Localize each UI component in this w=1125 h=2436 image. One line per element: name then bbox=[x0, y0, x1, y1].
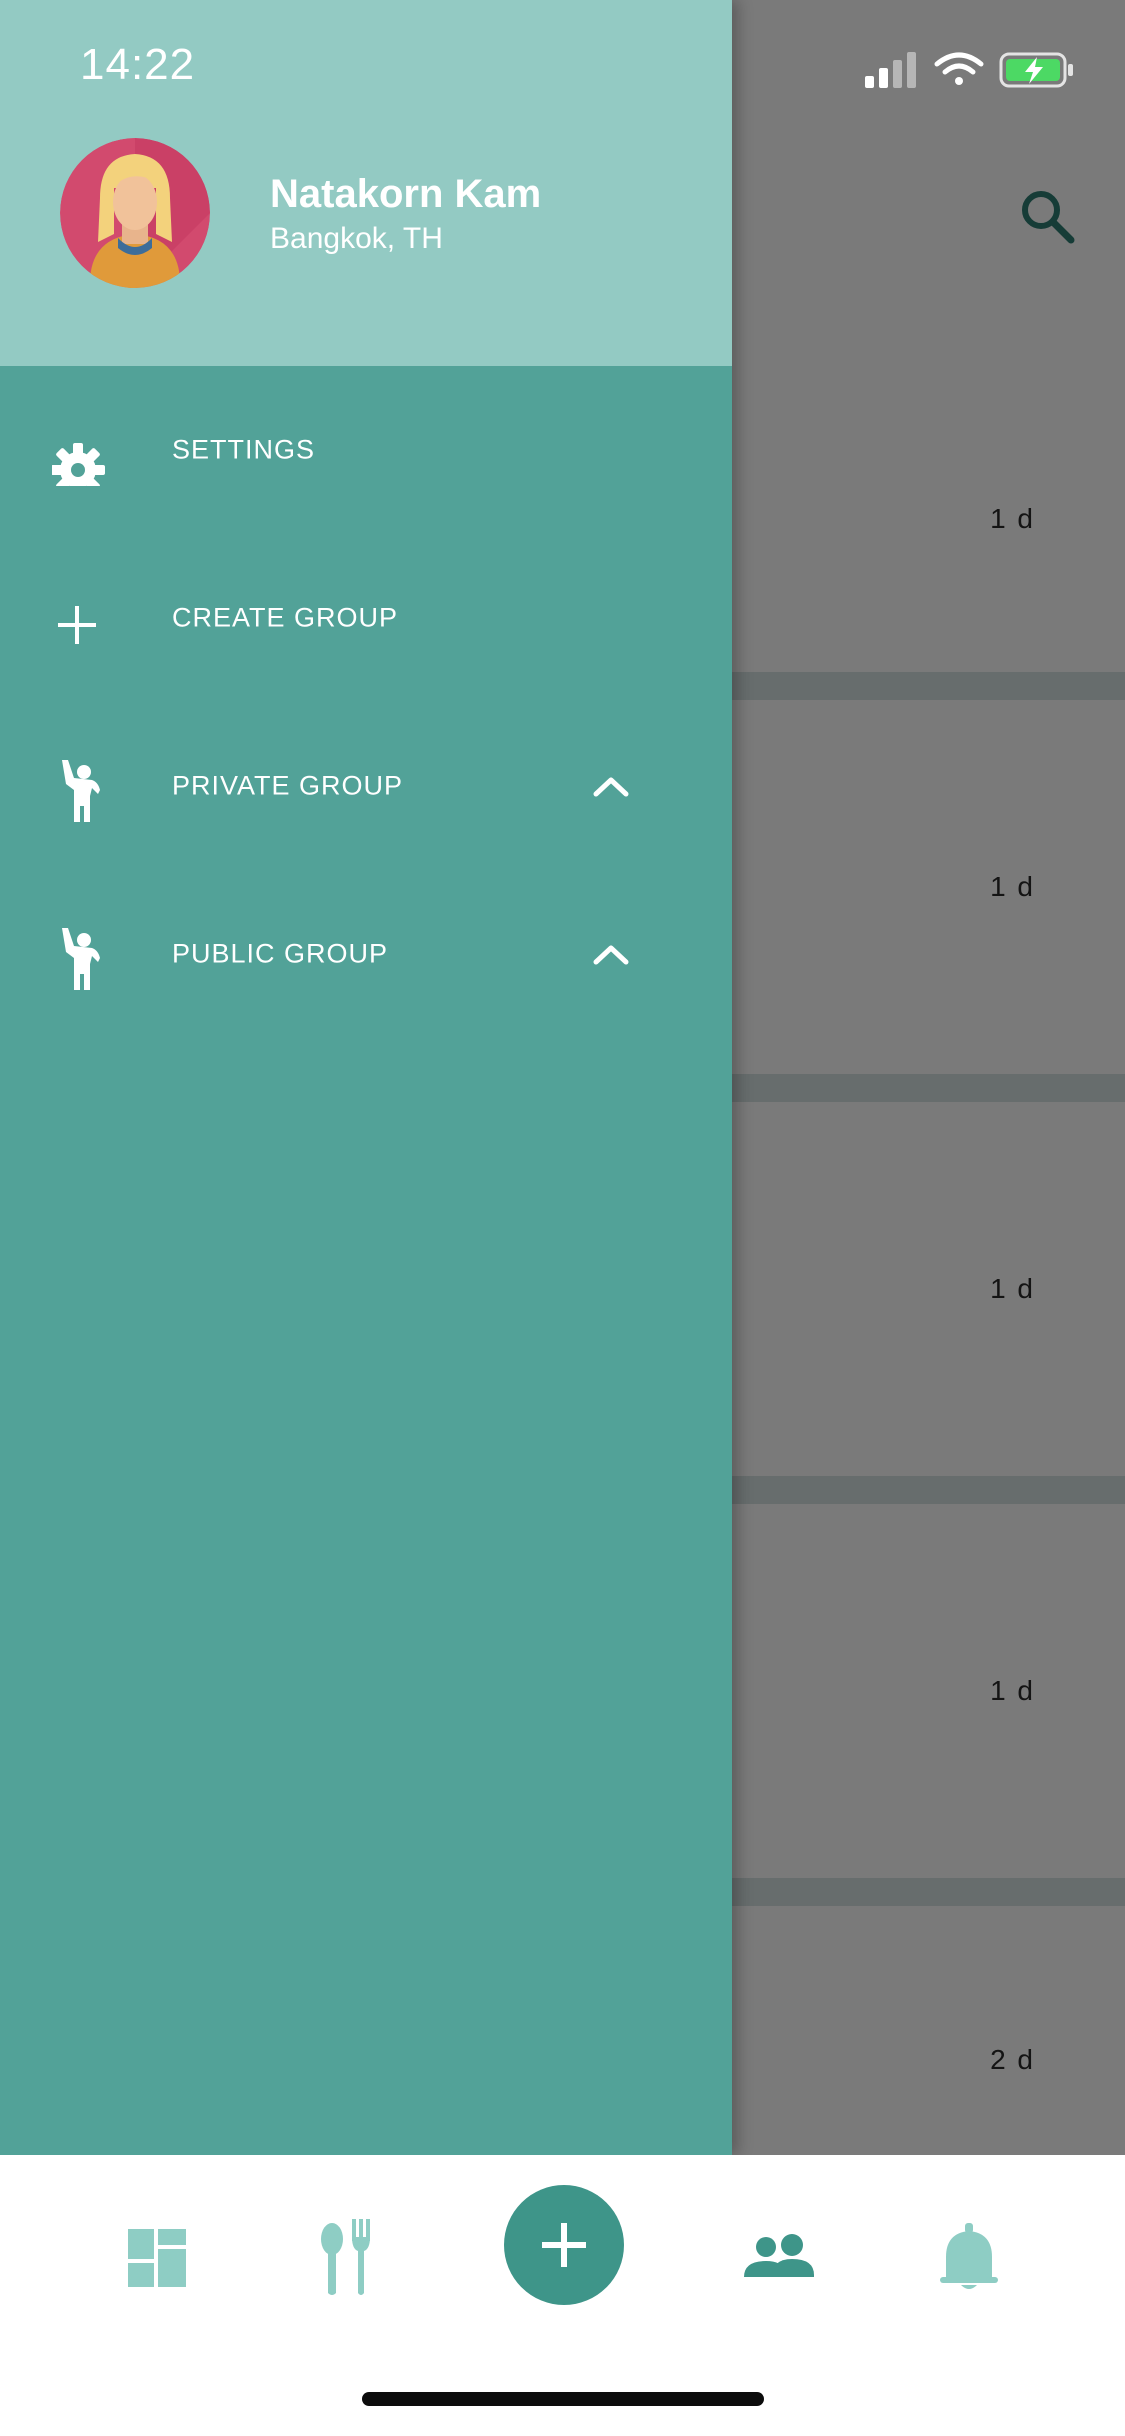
person-waving-icon bbox=[62, 760, 100, 822]
add-button[interactable] bbox=[504, 2185, 624, 2305]
add-icon bbox=[542, 2223, 586, 2267]
chevron-up-icon[interactable] bbox=[588, 932, 634, 978]
status-time: 14:22 bbox=[80, 40, 196, 89]
person-waving-icon bbox=[62, 928, 100, 990]
menu-item-public-group[interactable]: PUBLIC GROUP bbox=[0, 894, 732, 1014]
spoon-fork-icon[interactable] bbox=[302, 2213, 392, 2303]
battery-charging-icon bbox=[999, 52, 1073, 88]
signal-icon bbox=[865, 52, 916, 88]
navigation-drawer: 14:22 Natakorn Kam Bangkok, TH SETTINGS … bbox=[0, 0, 732, 2155]
menu-item-private-group[interactable]: PRIVATE GROUP bbox=[0, 726, 732, 846]
bottom-navigation bbox=[0, 2155, 1125, 2436]
people-icon[interactable] bbox=[734, 2213, 824, 2303]
home-indicator bbox=[362, 2392, 764, 2406]
bell-icon[interactable] bbox=[924, 2213, 1014, 2303]
user-location: Bangkok, TH bbox=[270, 222, 443, 255]
chevron-up-icon[interactable] bbox=[588, 764, 634, 810]
plus-icon bbox=[58, 606, 96, 644]
menu-label: CREATE GROUP bbox=[172, 602, 399, 633]
menu-label: PRIVATE GROUP bbox=[172, 770, 404, 801]
menu-label: PUBLIC GROUP bbox=[172, 938, 389, 969]
menu-label: SETTINGS bbox=[172, 434, 316, 465]
gear-icon bbox=[52, 443, 105, 486]
avatar[interactable] bbox=[60, 138, 210, 288]
menu-item-settings[interactable]: SETTINGS bbox=[0, 390, 732, 510]
status-icons bbox=[865, 52, 1073, 88]
menu-item-create-group[interactable]: CREATE GROUP bbox=[0, 558, 732, 678]
wifi-icon bbox=[934, 52, 984, 85]
drawer-header: 14:22 Natakorn Kam Bangkok, TH bbox=[0, 0, 732, 366]
dashboard-icon[interactable] bbox=[112, 2213, 202, 2303]
user-name: Natakorn Kam bbox=[270, 172, 542, 216]
user-avatar-icon bbox=[60, 138, 210, 288]
